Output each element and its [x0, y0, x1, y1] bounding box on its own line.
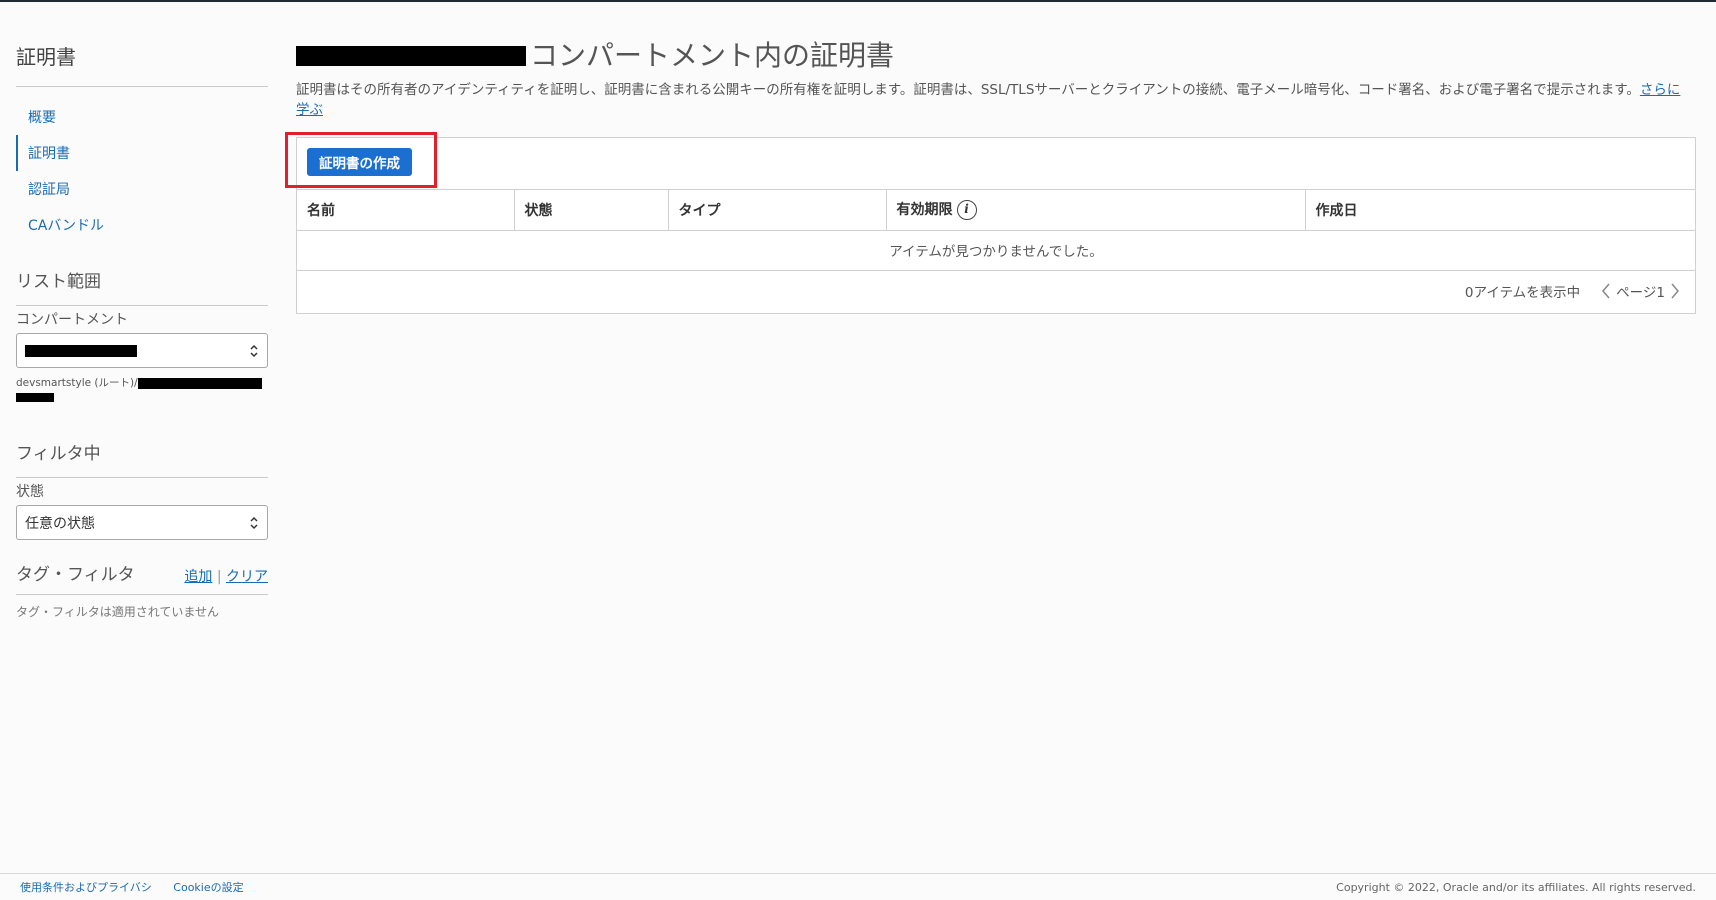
table-header-row: 名前 状態 タイプ 有効期限 i 作成日 — [297, 190, 1695, 231]
copyright: Copyright © 2022, Oracle and/or its affi… — [1336, 880, 1696, 894]
previous-page-icon[interactable] — [1598, 279, 1614, 303]
table-toolbar: 証明書の作成 — [285, 132, 1695, 190]
column-header-name[interactable]: 名前 — [297, 190, 515, 231]
next-page-icon[interactable] — [1667, 279, 1683, 303]
compartment-label: コンパートメント — [16, 312, 128, 328]
tag-filter-header: タグ・フィルタ 追加 | クリア — [16, 562, 268, 588]
state-select[interactable]: 任意の状態 — [16, 505, 268, 540]
tag-filter-note: タグ・フィルタは適用されていません — [16, 605, 220, 619]
cookie-settings-link[interactable]: Cookieの設定 — [173, 881, 243, 894]
sidebar-nav: 概要 証明書 認証局 CAバンドル — [16, 99, 268, 243]
tag-filter-actions: 追加 | クリア — [184, 566, 268, 588]
column-header-type-label: タイプ — [678, 202, 721, 219]
pagination: 0アイテムを表示中 ページ1 — [297, 271, 1695, 311]
top-bar — [0, 0, 1716, 2]
certificates-table: 名前 状態 タイプ 有効期限 i 作成日 アイテムが見つかりませんでした。 — [297, 190, 1695, 271]
tag-filter-heading: タグ・フィルタ — [16, 565, 135, 585]
state-label: 状態 — [16, 484, 44, 500]
page-title: コンパートメント内の証明書 — [296, 36, 1696, 76]
select-chevron-icon — [250, 344, 258, 358]
main-content: コンパートメント内の証明書 証明書はその所有者のアイデンティティを証明し、証明書… — [285, 36, 1696, 314]
sidebar-item-ca-bundles[interactable]: CAバンドル — [16, 207, 268, 243]
info-icon[interactable]: i — [956, 200, 977, 221]
divider — [16, 305, 268, 306]
divider — [16, 594, 268, 595]
page-number: ページ1 — [1616, 284, 1665, 301]
divider — [16, 477, 268, 478]
sidebar-item-certificate-authorities[interactable]: 認証局 — [16, 171, 268, 207]
compartment-select[interactable] — [16, 333, 268, 368]
certificates-panel: 証明書の作成 名前 状態 タイプ 有効期限 i 作成日 アイテムが見つかりませんで… — [285, 132, 1696, 314]
footer-links: 使用条件およびプライバシ Cookieの設定 — [20, 879, 262, 895]
column-header-type[interactable]: タイプ — [668, 190, 887, 231]
create-certificate-button[interactable]: 証明書の作成 — [307, 148, 412, 176]
page-title-text: コンパートメント内の証明書 — [530, 39, 895, 72]
link-separator: | — [216, 569, 222, 585]
redacted-compartment-name — [25, 344, 137, 357]
add-tag-filter-link[interactable]: 追加 — [184, 569, 212, 585]
redacted-path — [137, 377, 262, 389]
divider — [16, 86, 268, 87]
filters-heading: フィルタ中 — [16, 444, 101, 464]
compartment-path-prefix: devsmartstyle (ルート)/ — [16, 377, 138, 389]
table-row: アイテムが見つかりませんでした。 — [297, 230, 1695, 271]
page-description: 証明書はその所有者のアイデンティティを証明し、証明書に含まれる公開キーの所有権を… — [296, 80, 1681, 120]
select-chevron-icon — [250, 516, 258, 530]
column-header-expiration-label: 有効期限 — [896, 202, 953, 219]
column-header-created[interactable]: 作成日 — [1305, 190, 1695, 231]
state-select-value: 任意の状態 — [25, 515, 95, 532]
item-count: 0アイテムを表示中 — [1464, 284, 1581, 301]
redacted-path — [16, 393, 54, 402]
clear-tag-filter-link[interactable]: クリア — [226, 569, 268, 585]
empty-table-message: アイテムが見つかりませんでした。 — [297, 230, 1695, 271]
sidebar-item-certificates[interactable]: 証明書 — [16, 135, 268, 171]
terms-privacy-link[interactable]: 使用条件およびプライバシ — [20, 881, 152, 894]
redacted-compartment-name — [296, 46, 526, 66]
sidebar-title: 証明書 — [16, 45, 76, 69]
list-scope-heading: リスト範囲 — [16, 272, 101, 292]
footer: 使用条件およびプライバシ Cookieの設定 Copyright © 2022,… — [0, 873, 1716, 900]
column-header-expiration[interactable]: 有効期限 i — [886, 190, 1306, 231]
description-text: 証明書はその所有者のアイデンティティを証明し、証明書に含まれる公開キーの所有権を… — [296, 82, 1640, 98]
column-header-state[interactable]: 状態 — [514, 190, 669, 231]
sidebar: 証明書 概要 証明書 認証局 CAバンドル リスト範囲 コンパートメント dev… — [16, 42, 268, 620]
sidebar-item-overview[interactable]: 概要 — [16, 99, 268, 135]
compartment-path: devsmartstyle (ルート)/ — [16, 375, 268, 407]
